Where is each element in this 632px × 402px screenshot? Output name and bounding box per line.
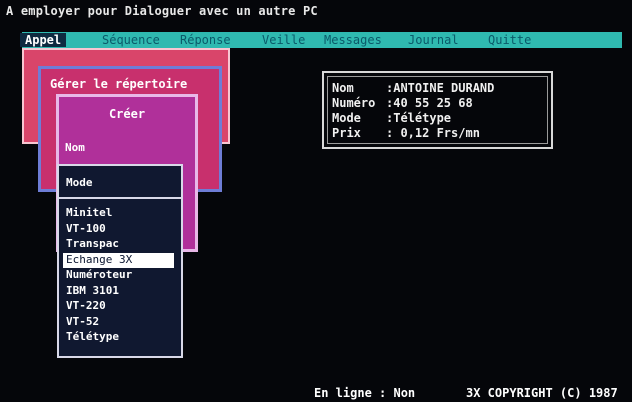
mode-option[interactable]: Minitel: [66, 206, 174, 222]
creer-title: Créer: [108, 107, 146, 121]
menu-item-messages[interactable]: Messages: [324, 33, 382, 47]
info-key: Numéro: [332, 96, 376, 110]
terminal-screen: A employer pour Dialoguer avec un autre …: [0, 0, 632, 402]
mode-popup-header: Mode: [66, 176, 93, 189]
mode-option[interactable]: VT-100: [66, 222, 174, 238]
mode-popup-divider: [59, 197, 181, 199]
menu-item-sequence[interactable]: Séquence: [102, 33, 160, 47]
copyright-notice: 3X COPYRIGHT (C) 1987: [466, 386, 618, 400]
info-value: : 0,12 Frs/mn: [386, 126, 480, 140]
mode-option[interactable]: Transpac: [66, 237, 174, 253]
info-value: :Télétype: [386, 111, 452, 125]
menu-bar: Appel Séquence Réponse Veille Messages J…: [20, 32, 622, 48]
nom-field-label[interactable]: Nom: [65, 141, 85, 154]
mode-popup: Mode Minitel VT-100 Transpac Echange 3X …: [57, 164, 183, 358]
mode-option[interactable]: VT-220: [66, 299, 174, 315]
mode-option[interactable]: IBM 3101: [66, 284, 174, 300]
mode-option-selected[interactable]: Echange 3X: [63, 252, 174, 268]
connection-status: En ligne : Non: [314, 386, 416, 400]
info-key: Mode: [332, 111, 361, 125]
contact-info-box: Nom :ANTOINE DURAND Numéro :40 55 25 68 Mo…: [322, 71, 553, 149]
info-key: Nom: [332, 81, 354, 95]
info-value: :ANTOINE DURAND: [386, 81, 495, 95]
info-row-prix: Prix : 0,12 Frs/mn: [332, 126, 480, 140]
mode-options-list: Minitel VT-100 Transpac Echange 3X Numér…: [63, 206, 174, 346]
info-value: :40 55 25 68: [386, 96, 473, 110]
menu-item-appel[interactable]: Appel: [20, 33, 67, 47]
menu-item-quitte[interactable]: Quitte: [488, 33, 531, 47]
gerer-repertoire-title: Gérer le répertoire: [50, 77, 188, 91]
info-row-numero: Numéro :40 55 25 68: [332, 96, 473, 110]
mode-option[interactable]: Numéroteur: [66, 268, 174, 284]
screen-title: A employer pour Dialoguer avec un autre …: [6, 4, 318, 18]
menu-item-journal[interactable]: Journal: [408, 33, 459, 47]
mode-option[interactable]: Télétype: [66, 330, 174, 346]
menu-item-veille[interactable]: Veille: [262, 33, 305, 47]
info-row-mode: Mode :Télétype: [332, 111, 451, 125]
info-key: Prix: [332, 126, 361, 140]
menu-item-reponse[interactable]: Réponse: [180, 33, 231, 47]
mode-option[interactable]: VT-52: [66, 315, 174, 331]
info-row-nom: Nom :ANTOINE DURAND: [332, 81, 494, 95]
